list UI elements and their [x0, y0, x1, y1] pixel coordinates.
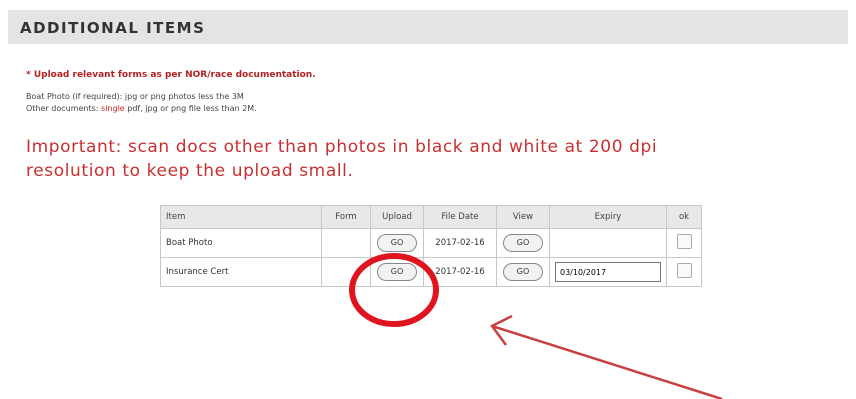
- view-go-button[interactable]: GO: [503, 234, 543, 252]
- boat-photo-label: Boat Photo (if required):: [26, 92, 123, 101]
- col-header-ok: ok: [666, 205, 702, 229]
- important-line-1: Important: scan docs other than photos i…: [26, 137, 658, 157]
- ok-checkbox[interactable]: [676, 263, 692, 278]
- other-docs-detail: pdf, jpg or png file less than 2M.: [124, 104, 257, 113]
- additional-items-table: Item Form Upload File Date View Expiry o…: [160, 205, 702, 287]
- ok-cell: [666, 257, 702, 287]
- table-header-row: Item Form Upload File Date View Expiry o…: [160, 205, 702, 229]
- file-date: 2017-02-16: [423, 257, 497, 287]
- view-go-button[interactable]: GO: [503, 263, 543, 281]
- important-notice: Important: scan docs other than photos i…: [26, 135, 826, 183]
- boat-photo-detail: jpg or png photos less the 3M: [122, 92, 244, 101]
- annotation-overlay: [349, 253, 723, 399]
- expiry-date-input[interactable]: [555, 262, 661, 282]
- view-cell: GO: [496, 228, 550, 258]
- ok-checkbox[interactable]: [676, 234, 692, 249]
- file-date: 2017-02-16: [423, 228, 497, 258]
- col-header-upload: Upload: [370, 205, 424, 229]
- col-header-file-date: File Date: [423, 205, 497, 229]
- col-header-view: View: [496, 205, 550, 229]
- expiry-cell: [549, 257, 667, 287]
- section-title: ADDITIONAL ITEMS: [20, 19, 206, 37]
- col-header-expiry: Expiry: [549, 205, 667, 229]
- upload-go-button[interactable]: GO: [377, 234, 417, 252]
- upload-cell: GO: [370, 257, 424, 287]
- view-cell: GO: [496, 257, 550, 287]
- col-header-form: Form: [321, 205, 371, 229]
- important-line-2: resolution to keep the upload small.: [26, 161, 354, 181]
- col-header-item: Item: [160, 205, 322, 229]
- section-header: ADDITIONAL ITEMS: [8, 10, 848, 44]
- item-name: Boat Photo: [160, 228, 322, 258]
- table-row: Insurance Cert GO 2017-02-16 GO: [160, 257, 702, 287]
- boat-photo-requirement: Boat Photo (if required): jpg or png pho…: [26, 92, 244, 101]
- other-docs-requirement: Other documents: single pdf, jpg or png …: [26, 104, 257, 113]
- other-docs-label: Other documents:: [26, 104, 102, 113]
- upload-note: * Upload relevant forms as per NOR/race …: [26, 70, 316, 80]
- pointer-arrow: [490, 314, 723, 399]
- upload-go-button[interactable]: GO: [377, 263, 417, 281]
- table-row: Boat Photo GO 2017-02-16 GO: [160, 228, 702, 258]
- item-name: Insurance Cert: [160, 257, 322, 287]
- single-emphasis: single: [101, 104, 125, 113]
- form-cell: [321, 257, 371, 287]
- upload-cell: GO: [370, 228, 424, 258]
- form-cell: [321, 228, 371, 258]
- expiry-cell: [549, 228, 667, 258]
- ok-cell: [666, 228, 702, 258]
